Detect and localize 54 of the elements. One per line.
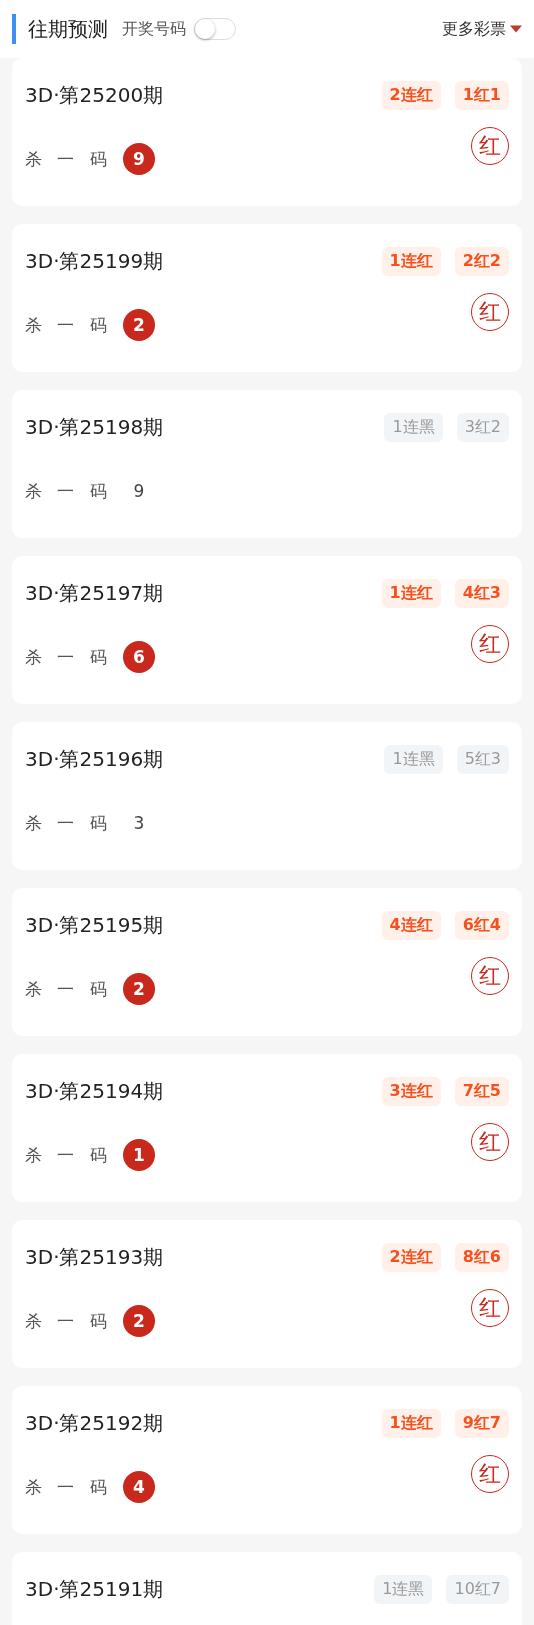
result-tag: 4红3 xyxy=(454,578,509,608)
result-tag: 1红1 xyxy=(454,80,509,110)
kill-label: 杀 一 码 xyxy=(25,313,113,337)
result-tag: 1连黑 xyxy=(384,744,443,774)
issue-title: 3D·第25196期 xyxy=(25,745,164,773)
result-tag: 5红3 xyxy=(456,744,509,774)
result-tag: 2连红 xyxy=(381,80,441,110)
toggle-label: 开奖号码 xyxy=(122,18,186,40)
number-ball: 9 xyxy=(123,143,155,175)
number-ball: 4 xyxy=(123,1471,155,1503)
result-tag: 1连红 xyxy=(381,246,441,276)
result-tag: 3红2 xyxy=(456,412,509,442)
number-ball: 2 xyxy=(123,1305,155,1337)
kill-label: 杀 一 码 xyxy=(25,1475,113,1499)
issue-title: 3D·第25195期 xyxy=(25,911,164,939)
kill-label: 杀 一 码 xyxy=(25,1309,113,1333)
kill-label: 杀 一 码 xyxy=(25,1143,113,1167)
result-tag: 2连红 xyxy=(381,1242,441,1272)
kill-label: 杀 一 码 xyxy=(25,147,113,171)
result-tag: 3连红 xyxy=(381,1076,441,1106)
accent-bar xyxy=(12,14,16,44)
number-ball: 1 xyxy=(123,1139,155,1171)
issue-title: 3D·第25198期 xyxy=(25,413,164,441)
kill-label: 杀 一 码 xyxy=(25,811,113,835)
issue-title: 3D·第25197期 xyxy=(25,579,164,607)
result-tag: 8红6 xyxy=(454,1242,509,1272)
result-tag: 1连黑 xyxy=(384,412,443,442)
issue-title: 3D·第25200期 xyxy=(25,81,164,109)
issue-title: 3D·第25193期 xyxy=(25,1243,164,1271)
section-title: 往期预测 xyxy=(28,15,108,43)
result-tag: 1连红 xyxy=(381,578,441,608)
issue-title: 3D·第25194期 xyxy=(25,1077,164,1105)
number-ball: 6 xyxy=(123,641,155,673)
result-tag: 6红4 xyxy=(454,910,509,940)
issue-title: 3D·第25191期 xyxy=(25,1575,164,1603)
result-tag: 2红2 xyxy=(454,246,509,276)
lottery-dropdown[interactable]: 更多彩票 xyxy=(442,18,522,40)
kill-label: 杀 一 码 xyxy=(25,977,113,1001)
kill-label: 杀 一 码 xyxy=(25,645,113,669)
number-ball: 9 xyxy=(132,480,146,503)
caret-icon xyxy=(510,25,522,33)
toggle-switch[interactable] xyxy=(194,18,236,40)
result-tag: 7红5 xyxy=(454,1076,509,1106)
number-ball: 2 xyxy=(123,309,155,341)
result-tag: 1连红 xyxy=(381,1408,441,1438)
result-tag: 4连红 xyxy=(381,910,441,940)
issue-title: 3D·第25192期 xyxy=(25,1409,164,1437)
result-tag: 10红7 xyxy=(446,1574,509,1604)
result-tag: 1连黑 xyxy=(374,1574,433,1604)
result-tag: 9红7 xyxy=(454,1408,509,1438)
kill-label: 杀 一 码 xyxy=(25,479,113,503)
issue-title: 3D·第25199期 xyxy=(25,247,164,275)
number-ball: 2 xyxy=(123,973,155,1005)
number-ball: 3 xyxy=(132,812,146,835)
